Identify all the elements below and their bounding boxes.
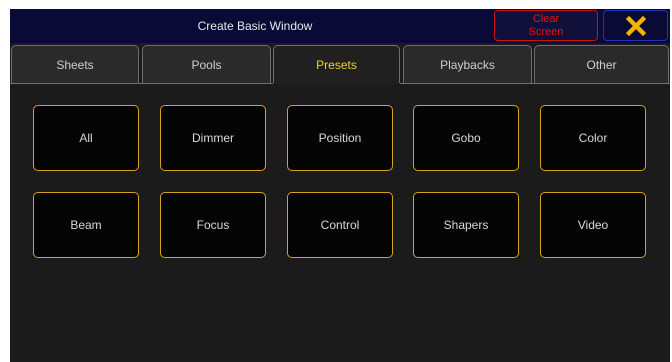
preset-dimmer-button[interactable]: Dimmer	[160, 105, 266, 171]
preset-video-button[interactable]: Video	[540, 192, 646, 258]
tab-pools[interactable]: Pools	[142, 45, 271, 83]
clear-screen-label-line1: Clear	[532, 13, 560, 25]
tab-playbacks[interactable]: Playbacks	[403, 45, 532, 83]
clear-screen-button[interactable]: Clear Screen	[494, 10, 598, 41]
active-tab-gap	[273, 83, 400, 84]
preset-control-button[interactable]: Control	[287, 192, 393, 258]
clear-screen-label-line2: Screen	[528, 26, 564, 38]
preset-all-button[interactable]: All	[33, 105, 139, 171]
tab-sheets[interactable]: Sheets	[11, 45, 139, 83]
preset-focus-button[interactable]: Focus	[160, 192, 266, 258]
tab-other[interactable]: Other	[534, 45, 669, 83]
preset-color-button[interactable]: Color	[540, 105, 646, 171]
close-x-icon	[625, 15, 646, 36]
preset-shapers-button[interactable]: Shapers	[413, 192, 519, 258]
preset-beam-button[interactable]: Beam	[33, 192, 139, 258]
preset-gobo-button[interactable]: Gobo	[413, 105, 519, 171]
close-button[interactable]	[603, 10, 668, 41]
tab-bar: Sheets Pools Presets Playbacks Other	[10, 44, 670, 84]
create-basic-window: Create Basic Window Clear Screen Sheets …	[10, 9, 670, 362]
tab-presets[interactable]: Presets	[273, 45, 400, 83]
window-title: Create Basic Window	[197, 19, 313, 33]
preset-position-button[interactable]: Position	[287, 105, 393, 171]
title-bar: Create Basic Window Clear Screen	[10, 9, 670, 43]
